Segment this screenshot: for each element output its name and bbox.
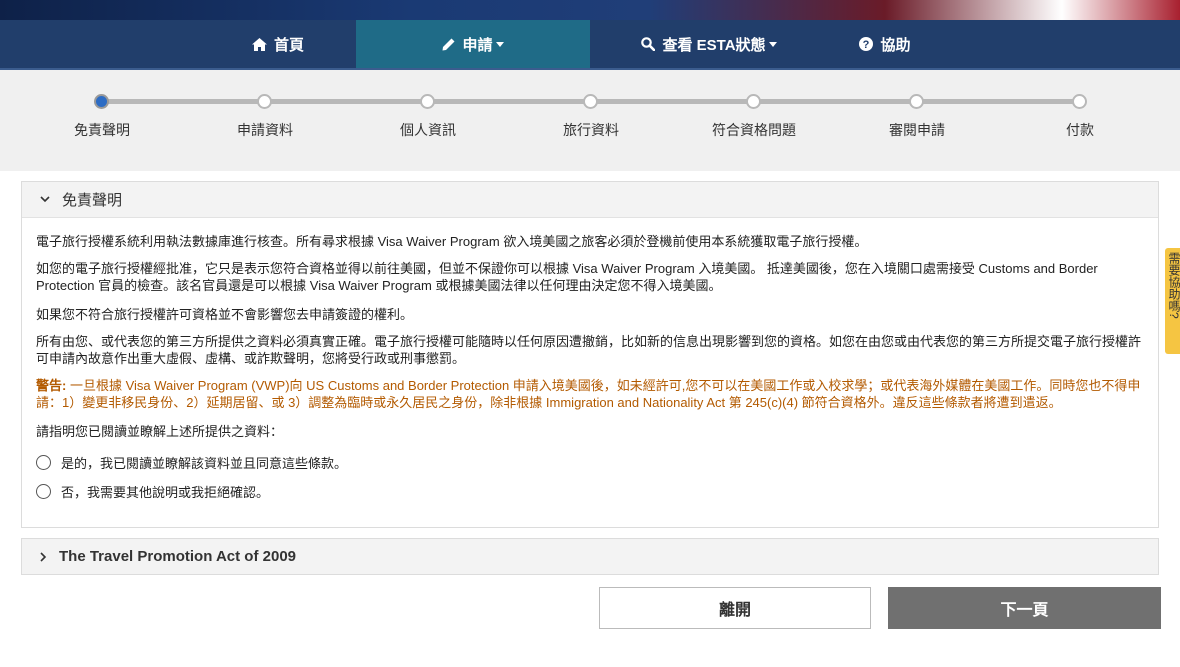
disclaimer-title: 免責聲明	[62, 192, 123, 209]
travel-promotion-panel-header[interactable]: The Travel Promotion Act of 2009	[21, 538, 1159, 575]
step-label-payment: 付款	[1066, 122, 1094, 138]
disclaimer-paragraph: 如果您不符合旅行授權許可資格並不會影響您去申請簽證的權利。	[36, 307, 414, 322]
disclaimer-panel-header[interactable]: 免責聲明	[22, 182, 1158, 218]
header-banner-image	[0, 0, 1180, 22]
radio-button[interactable]	[36, 455, 51, 470]
home-icon	[251, 37, 267, 51]
disclaimer-paragraph: 所有由您、或代表您的第三方所提供之資料必須真實正確。電子旅行授權可能隨時以任何原…	[36, 334, 1142, 366]
nav-help[interactable]: ? 協助	[828, 20, 942, 68]
step-dot-disclaimer	[94, 94, 109, 109]
nav-home[interactable]: 首頁	[200, 20, 356, 68]
nav-check-status-label: 查看 ESTA狀態	[662, 36, 766, 54]
step-label-travel-info: 旅行資料	[563, 122, 619, 138]
step-label-eligibility: 符合資格問題	[712, 122, 796, 138]
help-feedback-tab[interactable]: 需要協助嗎?	[1165, 248, 1180, 354]
nav-apply[interactable]: 申請	[356, 20, 590, 68]
nav-home-label: 首頁	[273, 36, 304, 54]
next-page-button[interactable]: 下一頁	[888, 587, 1161, 629]
step-label-disclaimer: 免責聲明	[74, 122, 130, 138]
main-nav: 首頁 申請 查看 ESTA狀態 ? 協助	[0, 20, 1180, 70]
warning-paragraph: 警告: 一旦根據 Visa Waiver Program (VWP)向 US C…	[36, 377, 1146, 411]
help-feedback-label: 需要協助嗎?	[1167, 252, 1180, 319]
travel-promotion-title: The Travel Promotion Act of 2009	[59, 548, 297, 565]
chevron-down-icon	[768, 41, 777, 47]
pencil-icon	[442, 38, 455, 50]
progress-tracker: 免責聲明 申請資料 個人資訊 旅行資料 符合資格問題 審閱申請 付款	[0, 70, 1180, 171]
step-dot-review	[909, 94, 924, 109]
warning-label: 警告:	[36, 378, 67, 393]
chevron-down-icon	[40, 196, 50, 203]
warning-text: 一旦根據 Visa Waiver Program (VWP)向 US Custo…	[36, 378, 1141, 410]
svg-text:?: ?	[863, 39, 870, 51]
disclaimer-paragraph: 如您的電子旅行授權經批准，它只是表示您符合資格並得以前往美國，但並不保證你可以根…	[36, 261, 1098, 293]
nav-help-label: 協助	[880, 36, 911, 54]
confirm-prompt: 請指明您已閱讀並瞭解上述所提供之資料：	[36, 424, 284, 439]
radio-button[interactable]	[36, 484, 51, 499]
step-label-application-info: 申請資料	[237, 122, 293, 138]
radio-option-agree[interactable]: 是的，我已閱讀並瞭解該資料並且同意這些條款。	[36, 453, 347, 472]
radio-option-agree-label: 是的，我已閱讀並瞭解該資料並且同意這些條款。	[61, 456, 348, 471]
radio-option-decline-label: 否，我需要其他說明或我拒絕確認。	[61, 485, 270, 500]
disclaimer-paragraph: 電子旅行授權系統利用執法數據庫進行核查。所有尋求根據 Visa Waiver P…	[36, 234, 868, 249]
nav-apply-label: 申請	[462, 36, 493, 54]
step-label-review: 審閱申請	[889, 122, 945, 138]
step-dot-application-info	[257, 94, 272, 109]
chevron-down-icon	[495, 41, 504, 47]
radio-option-decline[interactable]: 否，我需要其他說明或我拒絕確認。	[36, 482, 269, 501]
step-dot-travel-info	[583, 94, 598, 109]
question-circle-icon: ?	[859, 37, 874, 51]
step-dot-eligibility	[746, 94, 761, 109]
leave-button[interactable]: 離開	[599, 587, 871, 629]
step-label-personal-info: 個人資訊	[400, 122, 456, 138]
search-icon	[641, 37, 656, 51]
step-dot-payment	[1072, 94, 1087, 109]
step-dot-personal-info	[420, 94, 435, 109]
chevron-right-icon	[40, 551, 47, 562]
nav-check-status[interactable]: 查看 ESTA狀態	[590, 20, 828, 68]
